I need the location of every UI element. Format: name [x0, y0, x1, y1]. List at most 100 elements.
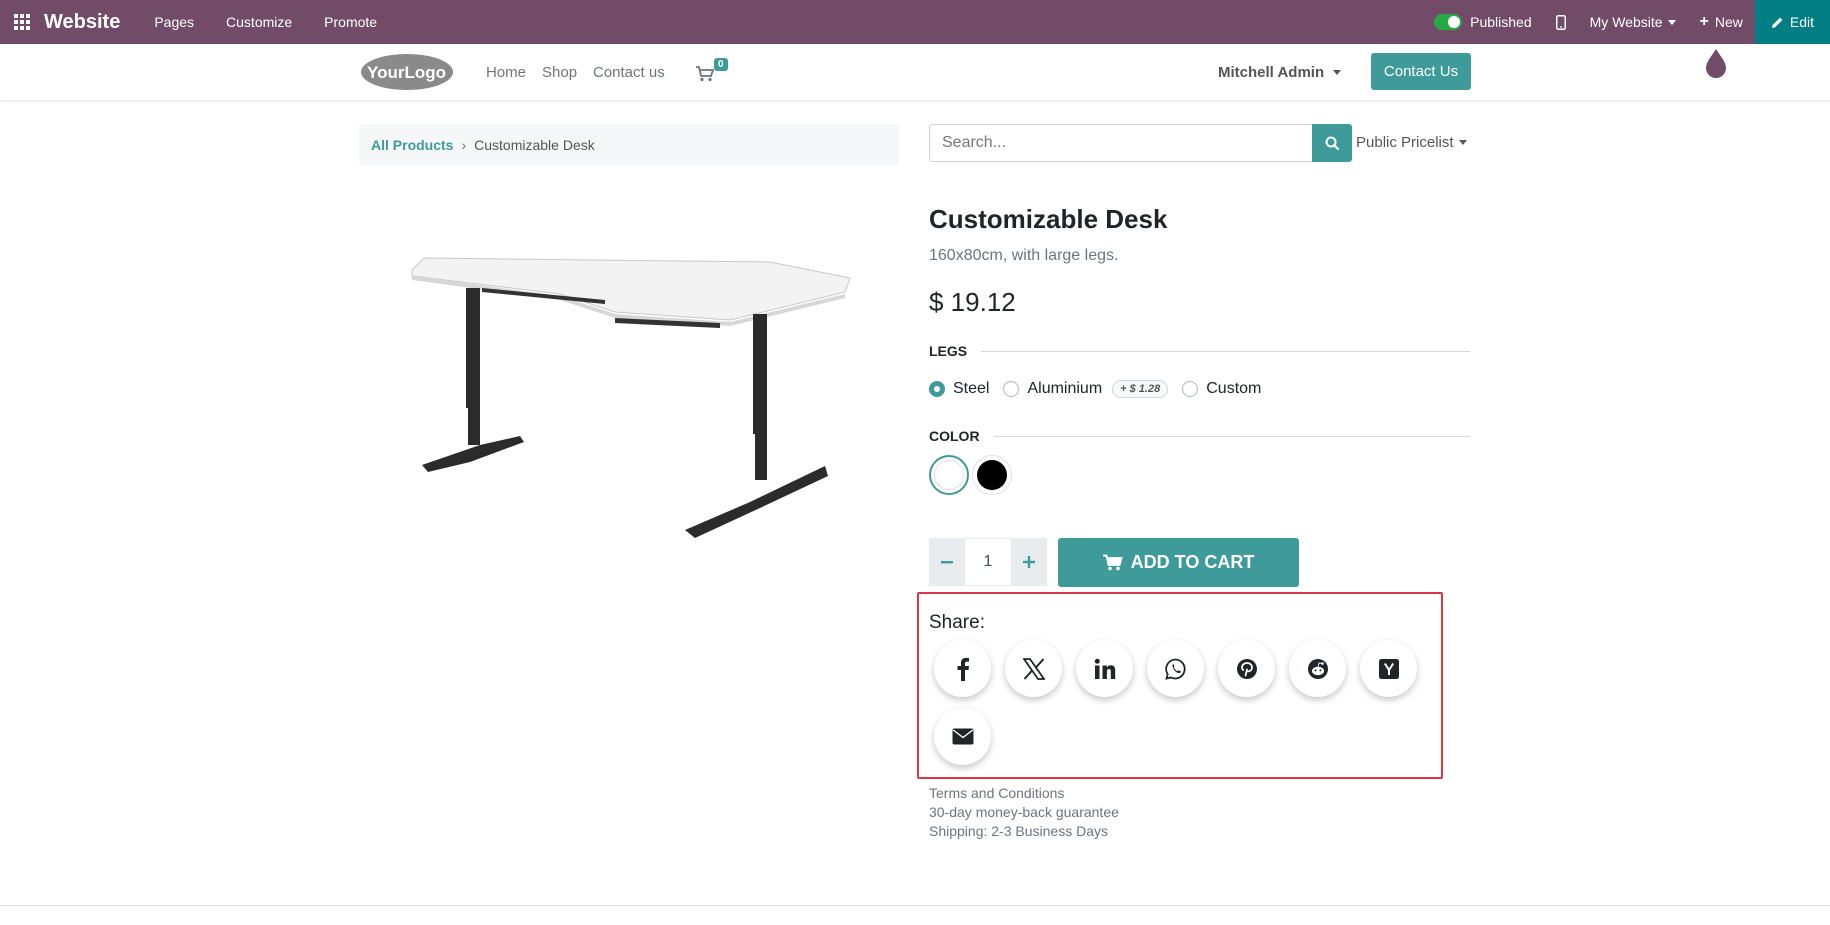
site-header: YourLogo Home Shop Contact us 0 Mitchell… [0, 44, 1830, 101]
cart-icon [696, 66, 715, 82]
swatch-fill [934, 460, 964, 490]
legs-option-steel[interactable]: Steel [929, 380, 989, 398]
product-image [400, 240, 870, 560]
share-reddit-button[interactable] [1289, 640, 1346, 697]
theme-drop-icon[interactable] [1704, 47, 1728, 84]
app-title[interactable]: Website [44, 11, 120, 34]
legs-label: LEGS [929, 343, 968, 359]
legs-heading: LEGS [929, 343, 1470, 359]
cart-count-badge: 0 [714, 58, 728, 71]
pinterest-icon [1236, 658, 1257, 679]
apps-menu-icon[interactable] [0, 0, 44, 44]
facebook-icon [957, 657, 969, 681]
price-extra-badge: + $ 1.28 [1112, 380, 1169, 398]
chevron-down-icon [1458, 140, 1467, 145]
user-name: Mitchell Admin [1218, 64, 1325, 81]
option-label: Aluminium [1027, 380, 1103, 397]
add-to-cart-label: ADD TO CART [1130, 552, 1255, 572]
color-label: COLOR [929, 428, 980, 444]
quantity-input[interactable]: 1 [965, 538, 1011, 586]
pencil-icon [1771, 17, 1783, 28]
breadcrumb-all-products[interactable]: All Products [371, 137, 453, 153]
minus-icon [941, 561, 953, 564]
search-icon [1325, 136, 1339, 150]
plus-icon: + [1699, 13, 1709, 30]
chevron-down-icon [1333, 70, 1342, 75]
mobile-preview-icon[interactable] [1555, 14, 1566, 30]
toggle-switch[interactable] [1434, 14, 1463, 30]
hacker-news-icon [1378, 658, 1399, 679]
share-facebook-button[interactable] [934, 640, 991, 697]
website-switcher[interactable]: My Website [1590, 14, 1676, 30]
terms-link[interactable]: Terms and Conditions [929, 785, 1064, 801]
guarantee-text: 30-day money-back guarantee [929, 804, 1119, 820]
shipping-text: Shipping: 2-3 Business Days [929, 823, 1108, 839]
plus-icon [1023, 556, 1035, 568]
share-hacker-news-button[interactable] [1360, 640, 1417, 697]
search-input[interactable] [929, 124, 1312, 162]
menu-pages[interactable]: Pages [154, 14, 194, 30]
linkedin-icon [1094, 658, 1115, 679]
edit-label: Edit [1789, 14, 1814, 30]
chevron-right-icon: › [461, 136, 467, 153]
published-label: Published [1470, 14, 1532, 30]
contact-us-button[interactable]: Contact Us [1371, 53, 1471, 90]
share-label: Share: [929, 612, 985, 633]
pricelist-label: Public Pricelist [1356, 134, 1454, 151]
chevron-down-icon [1667, 19, 1676, 25]
share-pinterest-button[interactable] [1218, 640, 1275, 697]
color-heading: COLOR [929, 428, 1470, 444]
nav-contact-us[interactable]: Contact us [593, 64, 665, 81]
share-linkedin-button[interactable] [1076, 640, 1133, 697]
menu-promote[interactable]: Promote [324, 14, 377, 30]
published-toggle[interactable]: Published [1434, 14, 1532, 30]
share-email-button[interactable] [934, 708, 991, 765]
add-to-cart-button[interactable]: ADD TO CART [1058, 538, 1299, 587]
nav-home[interactable]: Home [486, 64, 526, 81]
divider [981, 350, 1470, 352]
option-label: Custom [1206, 380, 1262, 397]
logo-text: YourLogo [367, 63, 446, 82]
swatch-fill [977, 460, 1007, 490]
legs-option-aluminium[interactable]: Aluminium + $ 1.28 [1003, 380, 1169, 398]
admin-bar: Website Pages Customize Promote Publishe… [0, 0, 1830, 44]
breadcrumb-current: Customizable Desk [474, 136, 595, 153]
product-price: $ 19.12 [929, 287, 1016, 317]
radio-aluminium[interactable] [1003, 381, 1020, 397]
new-button[interactable]: + New [1700, 13, 1743, 31]
divider [993, 435, 1470, 437]
legs-option-custom[interactable]: Custom [1182, 380, 1261, 398]
radio-steel[interactable] [929, 381, 945, 397]
admin-bar-right: Published My Website + New Edit [1422, 0, 1830, 44]
quantity-stepper: 1 [929, 538, 1047, 586]
site-logo[interactable]: YourLogo [359, 52, 455, 92]
new-label: New [1714, 14, 1743, 30]
menu-customize[interactable]: Customize [226, 14, 292, 30]
share-whatsapp-button[interactable] [1147, 640, 1204, 697]
color-swatches [929, 455, 1015, 495]
color-swatch-white[interactable] [929, 455, 969, 495]
search-button[interactable] [1312, 124, 1352, 162]
cart-icon [1102, 554, 1123, 571]
decrease-quantity-button[interactable] [929, 538, 965, 586]
pricelist-dropdown[interactable]: Public Pricelist [1356, 134, 1467, 151]
option-label: Steel [953, 380, 990, 397]
breadcrumb: All Products › Customizable Desk [359, 124, 899, 165]
email-icon [952, 728, 973, 745]
whatsapp-icon [1164, 658, 1185, 680]
nav-shop[interactable]: Shop [542, 64, 577, 81]
x-icon [1022, 657, 1045, 680]
user-menu[interactable]: Mitchell Admin [1218, 64, 1342, 81]
color-swatch-black[interactable] [972, 455, 1012, 495]
reddit-icon [1307, 658, 1328, 679]
product-title: Customizable Desk [929, 204, 1168, 234]
legs-options: Steel Aluminium + $ 1.28 Custom [929, 380, 1275, 398]
edit-button[interactable]: Edit [1754, 0, 1830, 44]
radio-custom[interactable] [1182, 381, 1199, 397]
cart-link[interactable]: 0 [696, 58, 728, 87]
product-description: 160x80cm, with large legs. [929, 247, 1119, 264]
increase-quantity-button[interactable] [1011, 538, 1047, 586]
share-x-button[interactable] [1005, 640, 1062, 697]
footer-divider [0, 905, 1830, 906]
product-search [929, 124, 1352, 162]
